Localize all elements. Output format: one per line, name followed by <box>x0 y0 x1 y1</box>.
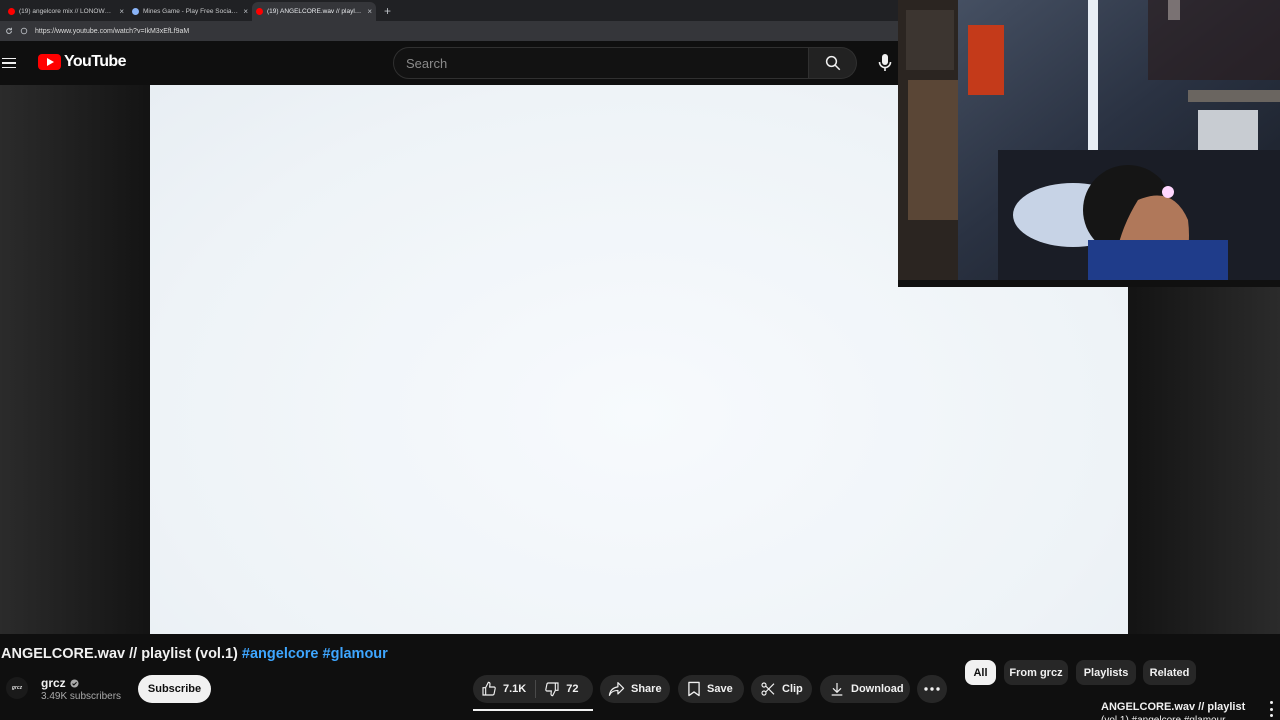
bookmark-icon <box>688 681 700 697</box>
site-info-icon[interactable] <box>20 27 28 35</box>
url-text[interactable]: https://www.youtube.com/watch?v=IkM3xEfL… <box>35 28 189 35</box>
share-button[interactable]: Share <box>600 675 670 703</box>
close-tab-icon[interactable]: × <box>119 7 124 16</box>
recommended-more-icon[interactable] <box>1266 701 1276 717</box>
channel-name[interactable]: grcz <box>41 676 66 690</box>
chip-related[interactable]: Related <box>1143 660 1196 685</box>
verified-check-icon <box>70 678 79 688</box>
download-icon <box>831 683 843 696</box>
browser-tab-strip: (19) angelcore mix // LONOWN, a… × Mines… <box>0 0 900 21</box>
scissors-icon <box>761 682 775 696</box>
webcam-feed-image <box>898 0 1280 287</box>
tab-title: (19) ANGELCORE.wav // playl… <box>267 8 362 15</box>
dislike-count: 72 <box>566 683 579 695</box>
logo-text: YouTube <box>64 53 126 70</box>
thumbs-up-icon <box>482 681 496 696</box>
thumbs-down-icon <box>545 682 559 697</box>
close-tab-icon[interactable]: × <box>243 7 248 16</box>
save-button[interactable]: Save <box>678 675 744 703</box>
like-dislike-group: 7.1K 72 <box>473 675 593 703</box>
youtube-favicon-icon <box>256 8 263 15</box>
site-favicon-icon <box>132 8 139 15</box>
browser-tab-2[interactable]: Mines Game - Play Free Social Ca… × <box>128 2 252 21</box>
clip-label: Clip <box>782 683 803 695</box>
video-title: ANGELCORE.wav // playlist (vol.1) #angel… <box>1 646 388 662</box>
search-button[interactable] <box>809 47 857 79</box>
address-bar[interactable]: https://www.youtube.com/watch?v=IkM3xEfL… <box>0 21 900 41</box>
tab-title: Mines Game - Play Free Social Ca… <box>143 8 240 15</box>
avatar-logo-text: grcz <box>11 685 23 691</box>
search-input[interactable] <box>406 55 808 71</box>
like-button[interactable]: 7.1K <box>473 675 535 703</box>
search-box[interactable] <box>393 47 809 79</box>
webcam-overlay <box>898 0 1280 287</box>
youtube-logo[interactable]: YouTube <box>38 53 126 71</box>
hashtag-link[interactable]: #angelcore <box>242 646 319 662</box>
browser-tab-1[interactable]: (19) angelcore mix // LONOWN, a… × <box>4 2 128 21</box>
like-underline <box>473 709 593 711</box>
browser-tab-3-active[interactable]: (19) ANGELCORE.wav // playl… × <box>252 2 376 21</box>
chip-all[interactable]: All <box>965 660 996 685</box>
subscribe-button[interactable]: Subscribe <box>138 675 211 703</box>
recommended-video-title[interactable]: ANGELCORE.wav // playlist <box>1101 701 1245 713</box>
hamburger-menu-icon[interactable] <box>2 54 18 72</box>
subscriber-count: 3.49K subscribers <box>41 691 122 702</box>
tab-title: (19) angelcore mix // LONOWN, a… <box>19 8 116 15</box>
new-tab-button[interactable]: + <box>376 4 399 21</box>
clip-button[interactable]: Clip <box>751 675 812 703</box>
video-title-text: ANGELCORE.wav // playlist (vol.1) <box>1 646 238 662</box>
search-icon <box>825 55 840 71</box>
like-count: 7.1K <box>503 683 527 695</box>
close-tab-icon[interactable]: × <box>367 7 372 16</box>
hashtag-link[interactable]: #glamour <box>323 646 388 662</box>
save-label: Save <box>707 683 733 695</box>
download-button[interactable]: Download <box>820 675 910 703</box>
download-label: Download <box>851 683 904 695</box>
chip-from-channel[interactable]: From grcz <box>1004 660 1068 685</box>
more-horizontal-icon <box>924 687 940 691</box>
chip-playlists[interactable]: Playlists <box>1076 660 1136 685</box>
share-label: Share <box>631 683 662 695</box>
microphone-icon <box>878 54 892 71</box>
youtube-play-icon <box>38 54 61 70</box>
channel-name-row[interactable]: grcz <box>41 676 79 690</box>
more-actions-button[interactable] <box>917 675 947 703</box>
youtube-favicon-icon <box>8 8 15 15</box>
dislike-button[interactable]: 72 <box>536 675 587 703</box>
channel-avatar[interactable]: grcz <box>6 677 28 699</box>
reload-icon[interactable] <box>5 27 13 35</box>
share-arrow-icon <box>608 682 625 696</box>
recommended-video-title-line2[interactable]: (vol.1) #angelcore #glamour <box>1101 715 1231 720</box>
voice-search-button[interactable] <box>868 46 902 80</box>
